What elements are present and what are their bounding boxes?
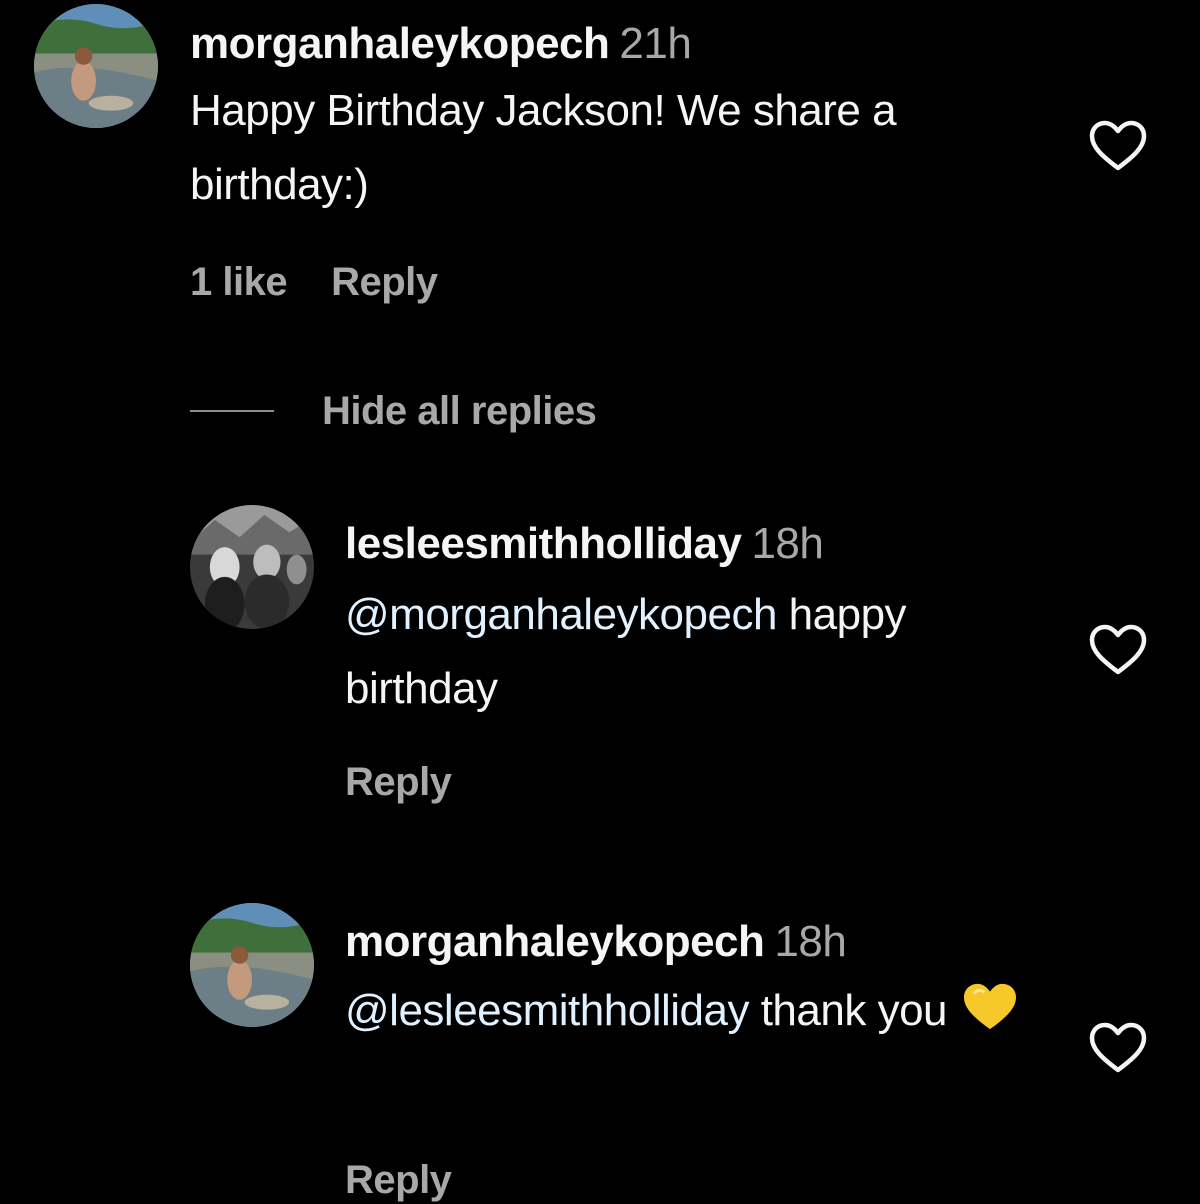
username[interactable]: morganhaleykopech (345, 917, 765, 966)
reply-header: morganhaleykopech 18h (345, 916, 847, 968)
hide-replies-button[interactable]: Hide all replies (322, 389, 597, 434)
reply-actions: Reply (345, 1156, 452, 1204)
comment-actions: 1 like Reply (190, 258, 438, 306)
like-heart-icon[interactable] (1088, 1020, 1148, 1076)
reply-text: @morganhaleykopech happy birthday (345, 578, 1065, 726)
comment-text: Happy Birthday Jackson! We share a birth… (190, 86, 897, 209)
like-heart-icon[interactable] (1088, 118, 1148, 174)
timestamp[interactable]: 21h (619, 19, 691, 68)
reply-header: lesleesmithholliday 18h (345, 518, 824, 570)
username[interactable]: lesleesmithholliday (345, 519, 742, 568)
comment-header: morganhaleykopech 21h (190, 18, 692, 70)
avatar-beach-photo (190, 903, 314, 1027)
avatar-group-photo (190, 505, 314, 629)
avatar[interactable] (190, 903, 314, 1027)
mention-link[interactable]: @lesleesmithholliday (345, 986, 749, 1035)
avatar[interactable] (190, 505, 314, 629)
avatar-beach-photo (34, 4, 158, 128)
username[interactable]: morganhaleykopech (190, 19, 610, 68)
timestamp[interactable]: 18h (751, 519, 823, 568)
like-heart-icon[interactable] (1088, 622, 1148, 678)
replies-toggle[interactable]: Hide all replies (190, 386, 597, 436)
mention-link[interactable]: @morganhaleykopech (345, 590, 777, 639)
reply-button[interactable]: Reply (331, 260, 438, 304)
timestamp[interactable]: 18h (774, 917, 846, 966)
reply-text: @lesleesmithholliday thank you (345, 974, 1065, 1048)
reply-button[interactable]: Reply (345, 760, 452, 804)
reply-actions: Reply (345, 758, 452, 806)
divider (190, 410, 274, 412)
avatar[interactable] (34, 4, 158, 128)
like-count[interactable]: 1 like (190, 260, 288, 304)
yellow-heart-icon (964, 983, 1017, 1030)
reply-button[interactable]: Reply (345, 1158, 452, 1202)
reply-message: thank you (760, 986, 948, 1035)
